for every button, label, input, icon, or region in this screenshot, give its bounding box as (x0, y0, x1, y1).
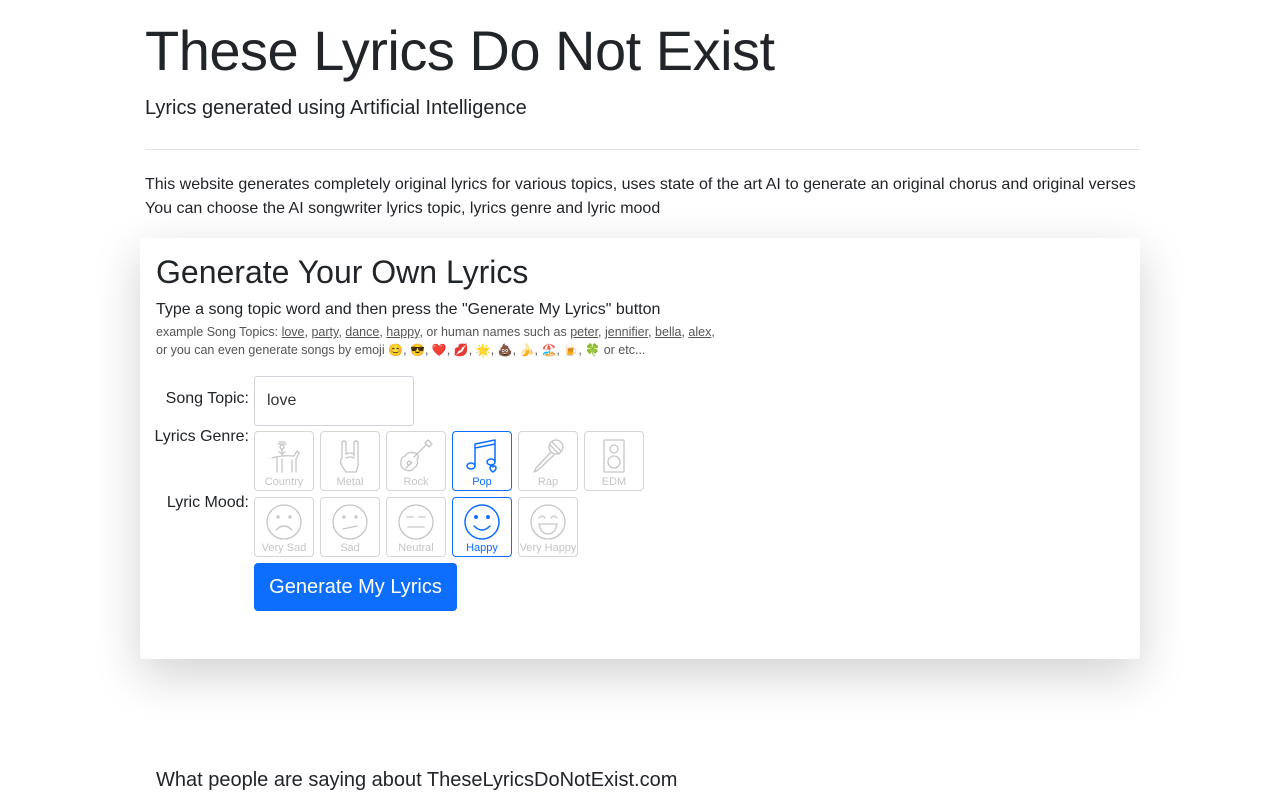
emoji-prefix: or you can even generate songs by emoji (156, 342, 385, 357)
genre-label: Rock (403, 476, 429, 488)
genre-option-rap[interactable]: Rap (518, 431, 578, 491)
very-sad-face-icon (266, 504, 302, 540)
mood-option-happy[interactable]: Happy (452, 497, 512, 557)
example-name-link[interactable]: alex (688, 325, 711, 339)
mood-label: Very Happy (519, 542, 577, 554)
genre-option-edm[interactable]: EDM (584, 431, 644, 491)
lyrics-genre-label: Lyrics Genre: (154, 428, 249, 445)
example-topics: example Song Topics: love, party, dance,… (156, 324, 715, 359)
emoji-link[interactable]: 😎 (410, 343, 425, 357)
rock-hand-icon (339, 440, 359, 473)
mood-option-very-happy[interactable]: Very Happy (518, 497, 578, 557)
very-happy-face-icon (530, 504, 566, 540)
mood-label: Very Sad (261, 542, 307, 554)
emoji-link[interactable]: 🍀 (585, 343, 600, 357)
mood-option-sad[interactable]: Sad (320, 497, 380, 557)
genre-option-metal[interactable]: Metal (320, 431, 380, 491)
emoji-link[interactable]: 🏖️ (541, 343, 556, 357)
emoji-link[interactable]: 😊 (388, 343, 403, 357)
intro-text: This website generates completely origin… (145, 173, 1136, 221)
song-topic-label: Song Topic: (165, 390, 249, 407)
emoji-suffix: or etc... (603, 342, 646, 357)
example-topics-line-1: example Song Topics: love, party, dance,… (156, 325, 715, 339)
example-topic-link[interactable]: happy (386, 325, 419, 339)
example-topic-link[interactable]: love (282, 325, 305, 339)
intro-line-2: You can choose the AI songwriter lyrics … (145, 200, 661, 217)
emoji-link[interactable]: ❤️ (432, 343, 447, 357)
mood-label: Neutral (398, 542, 434, 554)
example-topics-line-2: or you can even generate songs by emoji … (156, 342, 646, 357)
examples-prefix: example Song Topics: (156, 325, 279, 339)
happy-face-icon (464, 504, 500, 540)
generator-instruction: Type a song topic word and then press th… (156, 301, 661, 318)
genre-option-rock[interactable]: Rock (386, 431, 446, 491)
example-name-link[interactable]: jennifier (605, 325, 648, 339)
sad-face-icon (332, 504, 368, 540)
genre-label: Country (264, 476, 304, 488)
speaker-icon (603, 439, 625, 473)
example-topic-link[interactable]: dance (345, 325, 379, 339)
testimonials-heading: What people are saying about TheseLyrics… (156, 769, 678, 791)
music-note-icon (466, 439, 497, 473)
mood-options: Very Sad Sad Neutral Happy Very Happy (254, 497, 578, 557)
emoji-link[interactable]: 💩 (498, 343, 513, 357)
page-subtitle: Lyrics generated using Artificial Intell… (145, 97, 527, 119)
page-title: These Lyrics Do Not Exist (145, 19, 775, 82)
microphone-icon (533, 439, 564, 473)
emoji-link[interactable]: 🍺 (563, 343, 578, 357)
neutral-face-icon (398, 504, 434, 540)
genre-options: Country Metal Rock Pop Rap EDM (254, 431, 644, 491)
mood-label: Sad (340, 542, 360, 554)
divider (145, 149, 1140, 150)
guitar-icon (400, 439, 433, 472)
song-topic-input[interactable] (254, 376, 414, 426)
generator-title: Generate Your Own Lyrics (156, 254, 529, 290)
genre-label: Rap (537, 476, 559, 488)
emoji-link[interactable]: 💋 (454, 343, 469, 357)
genre-label: Metal (336, 476, 364, 488)
mood-label: Happy (466, 542, 498, 554)
example-name-link[interactable]: peter (570, 325, 598, 339)
example-topic-link[interactable]: party (311, 325, 338, 339)
cowboy-horse-icon (271, 441, 300, 473)
example-name-link[interactable]: bella (655, 325, 681, 339)
mood-option-very-sad[interactable]: Very Sad (254, 497, 314, 557)
generate-lyrics-button[interactable]: Generate My Lyrics (254, 563, 457, 611)
genre-label: EDM (601, 476, 627, 488)
emoji-link[interactable]: 🌟 (476, 343, 491, 357)
names-prefix: or human names such as (426, 325, 567, 339)
genre-option-pop[interactable]: Pop (452, 431, 512, 491)
genre-option-country[interactable]: Country (254, 431, 314, 491)
genre-label: Pop (472, 476, 492, 488)
generator-card: Generate Your Own Lyrics Type a song top… (140, 238, 1140, 659)
emoji-link[interactable]: 🍌 (520, 343, 535, 357)
intro-line-1: This website generates completely origin… (145, 176, 1136, 193)
mood-option-neutral[interactable]: Neutral (386, 497, 446, 557)
lyric-mood-label: Lyric Mood: (166, 494, 249, 511)
